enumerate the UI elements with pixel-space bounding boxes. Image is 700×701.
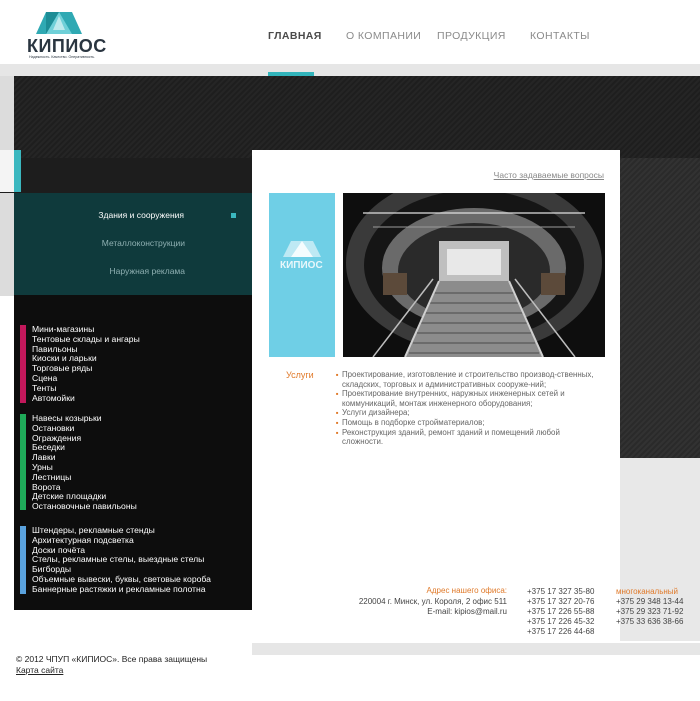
category-list-2: Навесы козырьки Остановки Ограждения Бес…	[32, 413, 137, 512]
brand-box: КИПИОС	[269, 193, 335, 357]
submenu-active-marker	[231, 213, 236, 218]
category-bar-green	[20, 414, 26, 510]
submenu-item-buildings[interactable]: Здания и сооружения	[98, 210, 184, 220]
phone-number: +375 17 327 20-76	[527, 597, 595, 606]
category-list-3: Штендеры, рекламные стенды Архитектурная…	[32, 525, 211, 595]
phone-number: +375 17 226 45-32	[527, 617, 595, 626]
logo-tagline: Надежность. Качество. Оперативность.	[29, 55, 96, 59]
side-tab	[0, 150, 14, 192]
faq-link[interactable]: Часто задаваемые вопросы	[494, 170, 604, 180]
office-phones: +375 17 327 35-80 +375 17 327 20-76 +375…	[527, 587, 594, 637]
category-item[interactable]: Автомойки	[32, 393, 140, 404]
phone-number: +375 17 226 55-88	[527, 607, 595, 616]
nav-products[interactable]: ПРОДУКЦИЯ	[437, 30, 506, 42]
category-bar-blue	[20, 526, 26, 594]
hero-right-panel	[620, 158, 700, 458]
sitemap-link[interactable]: Карта сайта	[16, 665, 63, 675]
hero-band	[14, 76, 700, 158]
service-item: Услуги дизайнера;	[336, 408, 601, 418]
box-logo-icon	[283, 241, 321, 257]
phone-number: +375 33 636 38-66	[616, 617, 684, 626]
nav-contacts[interactable]: КОНТАКТЫ	[530, 30, 590, 42]
service-item: Реконструкция зданий, ремонт зданий и по…	[336, 428, 601, 447]
footer-divider-band	[252, 643, 700, 655]
submenu-panel: Здания и сооружения Металлоконструкции Н…	[14, 193, 252, 295]
category-item[interactable]: Остановочные павильоны	[32, 501, 137, 512]
submenu-item-metal[interactable]: Металлоконструкции	[102, 238, 185, 248]
category-item[interactable]: Баннерные растяжки и рекламные полотна	[32, 584, 211, 595]
category-list-1: Мини-магазины Тентовые склады и ангары П…	[32, 324, 140, 404]
header-divider-band	[0, 64, 700, 76]
phone-number: +375 29 348 13-44	[616, 597, 684, 606]
nav-about[interactable]: О КОМПАНИИ	[346, 30, 421, 42]
service-item: Проектирование, изготовление и строитель…	[336, 370, 601, 389]
nav-home[interactable]: ГЛАВНАЯ	[268, 30, 322, 42]
address-text: 220004 г. Минск, ул. Короля, 2 офис 511	[358, 597, 507, 606]
mobile-title: многоканальный	[616, 587, 679, 596]
logo-text: КИПИОС	[27, 36, 107, 56]
phone-number: +375 17 327 35-80	[527, 587, 595, 596]
mobile-phones: +375 29 348 13-44 +375 29 323 71-92 +375…	[616, 597, 683, 627]
address-title: Адрес нашего офиса:	[426, 586, 507, 595]
service-item: Проектирование внутренних, наружных инже…	[336, 389, 601, 408]
tunnel-photo	[343, 193, 605, 357]
copyright-text: © 2012 ЧПУП «КИПИОС». Все права защищены	[16, 654, 208, 664]
submenu-item-outdoor-ads[interactable]: Наружная реклама	[110, 266, 185, 276]
phone-number: +375 29 323 71-92	[616, 607, 684, 616]
category-panel: Мини-магазины Тентовые склады и ангары П…	[14, 295, 252, 610]
side-tab-accent	[14, 150, 21, 192]
service-item: Помощь в подборке стройматериалов;	[336, 418, 601, 428]
box-logo-text: КИПИОС	[280, 260, 323, 271]
services-list: Проектирование, изготовление и строитель…	[336, 370, 601, 447]
email-text[interactable]: E-mail: kipios@mail.ru	[427, 607, 507, 616]
phone-number: +375 17 226 44-68	[527, 627, 595, 636]
services-title: Услуги	[286, 370, 314, 380]
hero-left-panel	[0, 158, 252, 193]
category-bar-red	[20, 325, 26, 403]
